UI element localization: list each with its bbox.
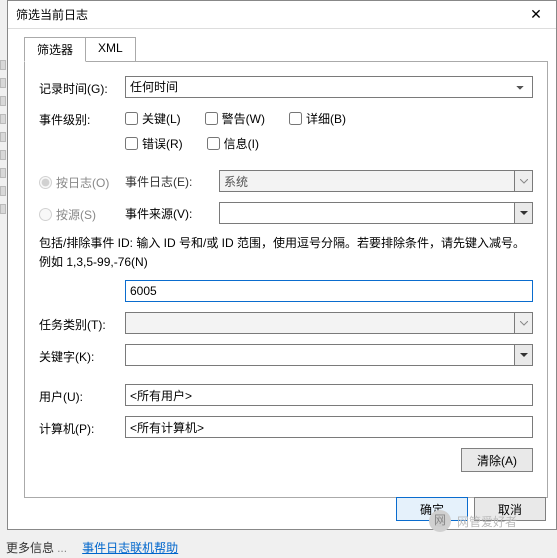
chk-critical[interactable]: 关键(L) bbox=[125, 110, 181, 127]
window-title: 筛选当前日志 bbox=[16, 6, 516, 23]
tab-filter[interactable]: 筛选器 bbox=[24, 37, 86, 62]
event-id-hint: 包括/排除事件 ID: 输入 ID 号和/或 ID 范围，使用逗号分隔。若要排除… bbox=[39, 234, 533, 272]
dropdown-icon bbox=[514, 171, 532, 191]
label-event-log: 事件日志(E): bbox=[125, 173, 219, 190]
combo-keywords[interactable] bbox=[125, 344, 533, 366]
label-event-level: 事件级别: bbox=[39, 108, 125, 128]
select-log-time[interactable]: 任何时间 bbox=[125, 76, 533, 98]
input-event-id[interactable] bbox=[125, 280, 533, 302]
close-button[interactable]: ✕ bbox=[516, 1, 556, 29]
label-event-source: 事件来源(V): bbox=[125, 205, 219, 222]
label-log-time: 记录时间(G): bbox=[39, 77, 125, 97]
ok-button[interactable]: 确定 bbox=[396, 497, 468, 521]
combo-event-log bbox=[219, 170, 533, 192]
label-keywords: 关键字(K): bbox=[39, 345, 125, 365]
dropdown-icon bbox=[514, 313, 532, 333]
left-edge-handles bbox=[0, 60, 6, 490]
chk-warning[interactable]: 警告(W) bbox=[205, 110, 265, 127]
label-computer: 计算机(P): bbox=[39, 417, 125, 437]
radio-by-log: 按日志(O) bbox=[39, 171, 125, 191]
radio-by-source: 按源(S) bbox=[39, 203, 125, 223]
chk-verbose[interactable]: 详细(B) bbox=[289, 110, 346, 127]
combo-event-source[interactable] bbox=[219, 202, 533, 224]
input-user[interactable] bbox=[125, 384, 533, 406]
dropdown-icon[interactable] bbox=[514, 345, 532, 365]
chk-info[interactable]: 信息(I) bbox=[207, 135, 259, 152]
dropdown-icon[interactable] bbox=[514, 203, 532, 223]
cancel-button[interactable]: 取消 bbox=[474, 497, 546, 521]
dialog-button-row: 确定 取消 bbox=[396, 497, 546, 521]
combo-task-category bbox=[125, 312, 533, 334]
titlebar: 筛选当前日志 ✕ bbox=[8, 1, 556, 29]
input-computer[interactable] bbox=[125, 416, 533, 438]
chk-error[interactable]: 错误(R) bbox=[125, 135, 183, 152]
label-task-category: 任务类别(T): bbox=[39, 313, 125, 333]
footer-link[interactable]: 事件日志联机帮助 bbox=[82, 541, 178, 555]
tab-xml[interactable]: XML bbox=[85, 37, 136, 62]
dialog-window: 筛选当前日志 ✕ 筛选器 XML 记录时间(G): 任何时间 事件级别: 关键(… bbox=[7, 0, 557, 530]
tab-panel-filter: 记录时间(G): 任何时间 事件级别: 关键(L) 警告(W) 详细(B) 错误… bbox=[24, 61, 548, 498]
label-user: 用户(U): bbox=[39, 385, 125, 405]
tab-strip: 筛选器 XML bbox=[24, 37, 548, 62]
clear-button[interactable]: 清除(A) bbox=[461, 448, 533, 472]
footer-strip: 更多信息 ... 事件日志联机帮助 bbox=[6, 539, 178, 556]
